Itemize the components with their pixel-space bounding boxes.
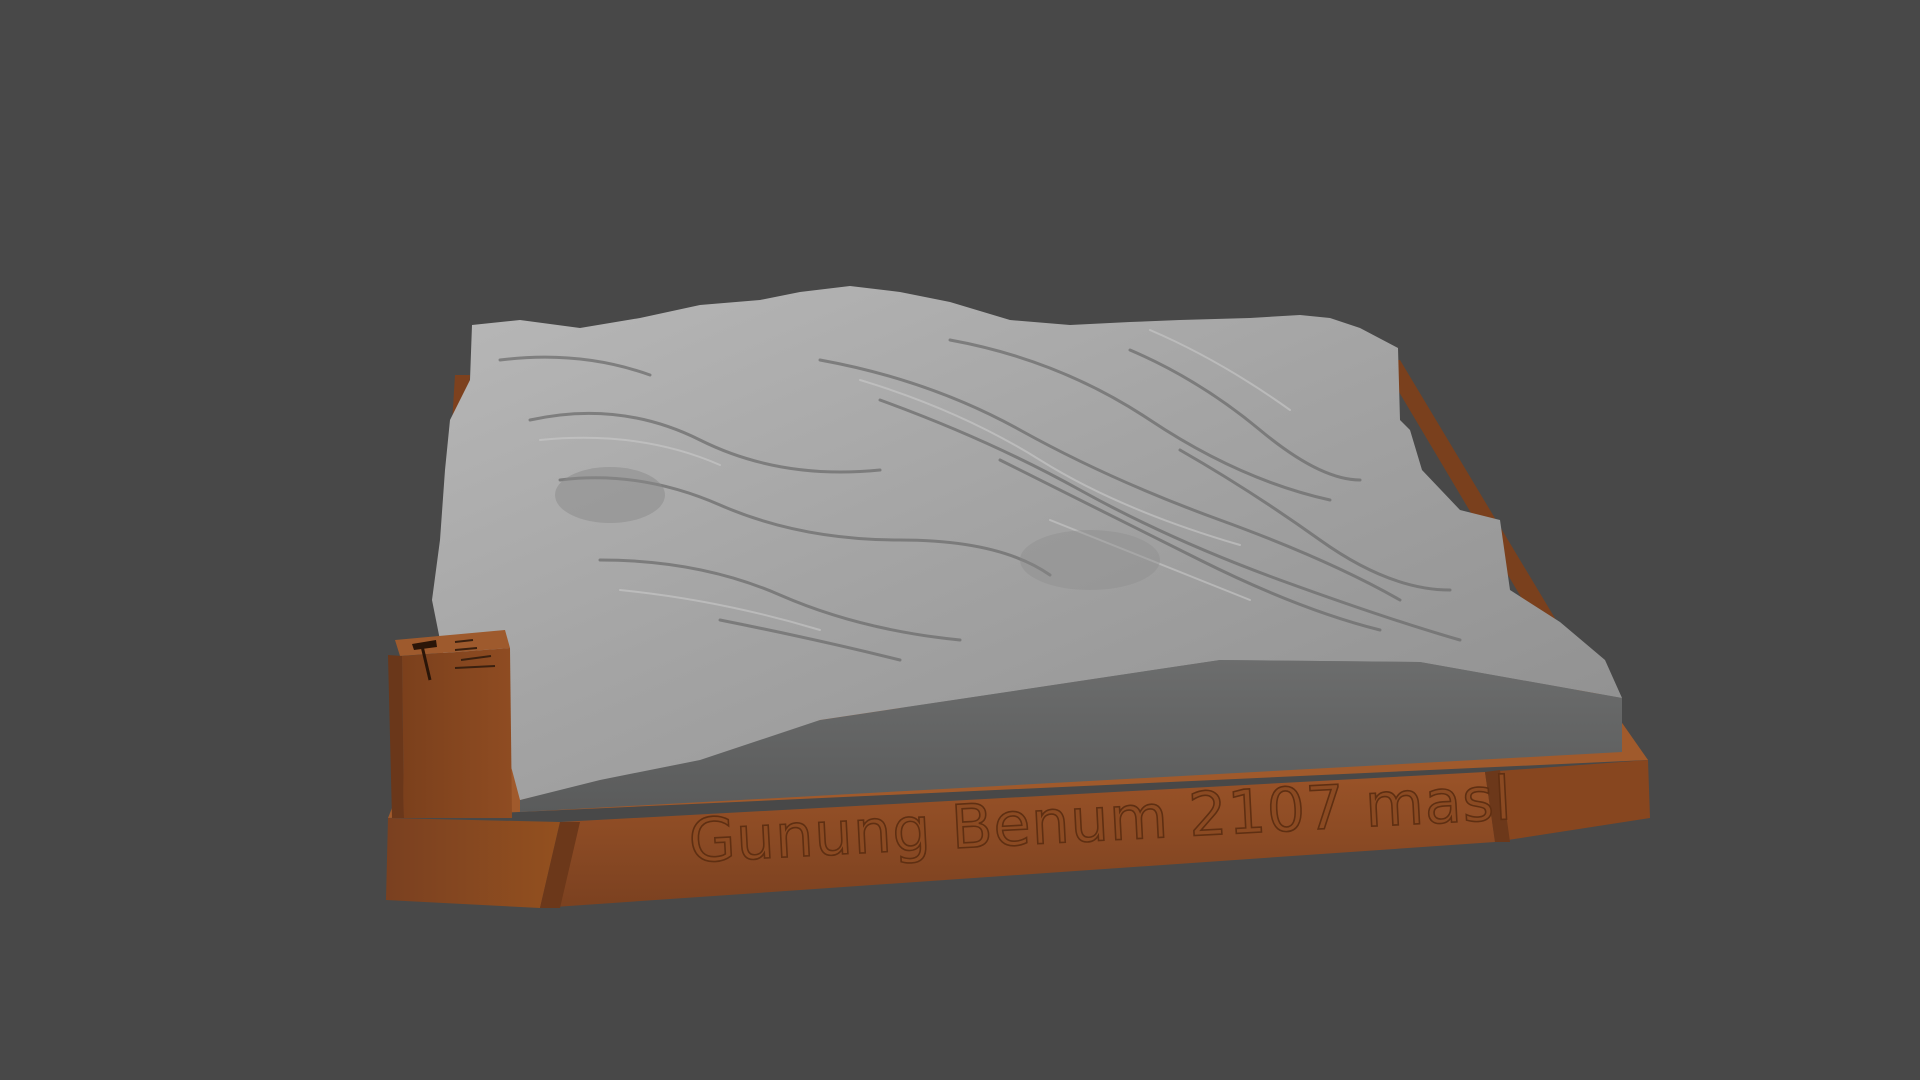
tower-front — [402, 648, 512, 818]
terrain-model-render[interactable]: Gunung Benum 2107 masl — [0, 0, 1920, 1080]
corner-tower — [388, 630, 512, 818]
3d-viewport[interactable]: Gunung Benum 2107 masl — [0, 0, 1920, 1080]
base-front-left — [386, 818, 560, 908]
